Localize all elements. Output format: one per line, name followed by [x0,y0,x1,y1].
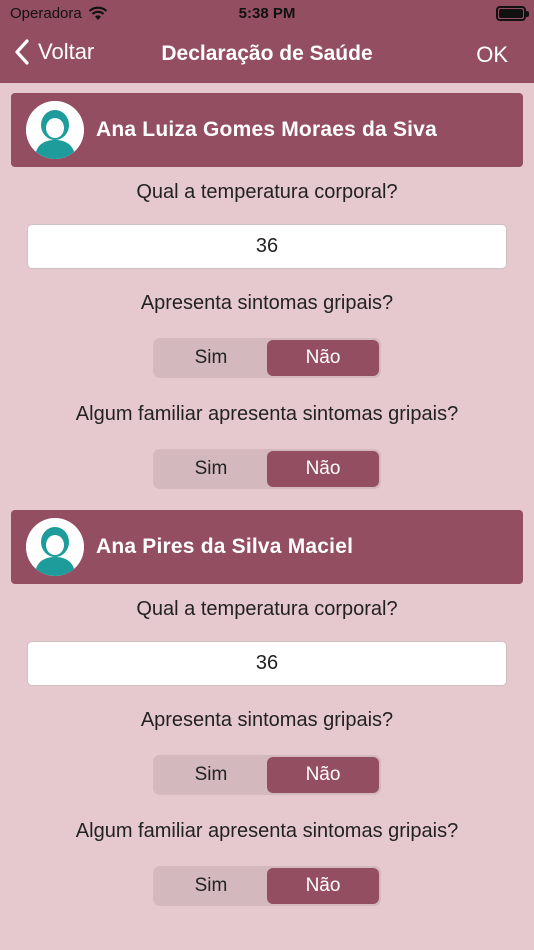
avatar [26,518,84,576]
flu-segmented-control[interactable]: Sim Não [153,338,381,378]
family-segmented-control[interactable]: Sim Não [153,449,381,489]
battery-icon [496,6,529,21]
flu-option-yes[interactable]: Sim [155,340,267,376]
status-time: 5:38 PM [238,5,296,22]
person-name: Ana Pires da Silva Maciel [96,535,354,558]
family-option-no[interactable]: Não [267,451,379,487]
status-bar: Operadora 5:38 PM [0,0,534,28]
person-header: Ana Luiza Gomes Moraes da Siva [11,93,523,167]
user-avatar-icon [26,101,84,159]
family-question: Algum familiar apresenta sintomas gripai… [75,820,459,842]
temperature-question: Qual a temperatura corporal? [136,181,398,203]
person-name: Ana Luiza Gomes Moraes da Siva [96,118,437,141]
temperature-question: Qual a temperatura corporal? [136,598,398,620]
flu-segmented-control[interactable]: Sim Não [153,755,381,795]
flu-option-no[interactable]: Não [267,757,379,793]
flu-question: Apresenta sintomas gripais? [140,292,394,314]
ok-button[interactable]: OK [476,42,508,68]
page-title: Declaração de Saúde [161,42,373,65]
temperature-input[interactable]: 36 [27,224,507,269]
family-question: Algum familiar apresenta sintomas gripai… [75,403,459,425]
navigation-bar: Operadora 5:38 PM Voltar Declaração de S… [0,0,534,83]
temperature-input[interactable]: 36 [27,641,507,686]
family-option-no[interactable]: Não [267,868,379,904]
family-option-yes[interactable]: Sim [155,868,267,904]
flu-question: Apresenta sintomas gripais? [140,709,394,731]
family-segmented-control[interactable]: Sim Não [153,866,381,906]
person-header: Ana Pires da Silva Maciel [11,510,523,584]
flu-option-no[interactable]: Não [267,340,379,376]
user-avatar-icon [26,518,84,576]
family-option-yes[interactable]: Sim [155,451,267,487]
avatar [26,101,84,159]
flu-option-yes[interactable]: Sim [155,757,267,793]
